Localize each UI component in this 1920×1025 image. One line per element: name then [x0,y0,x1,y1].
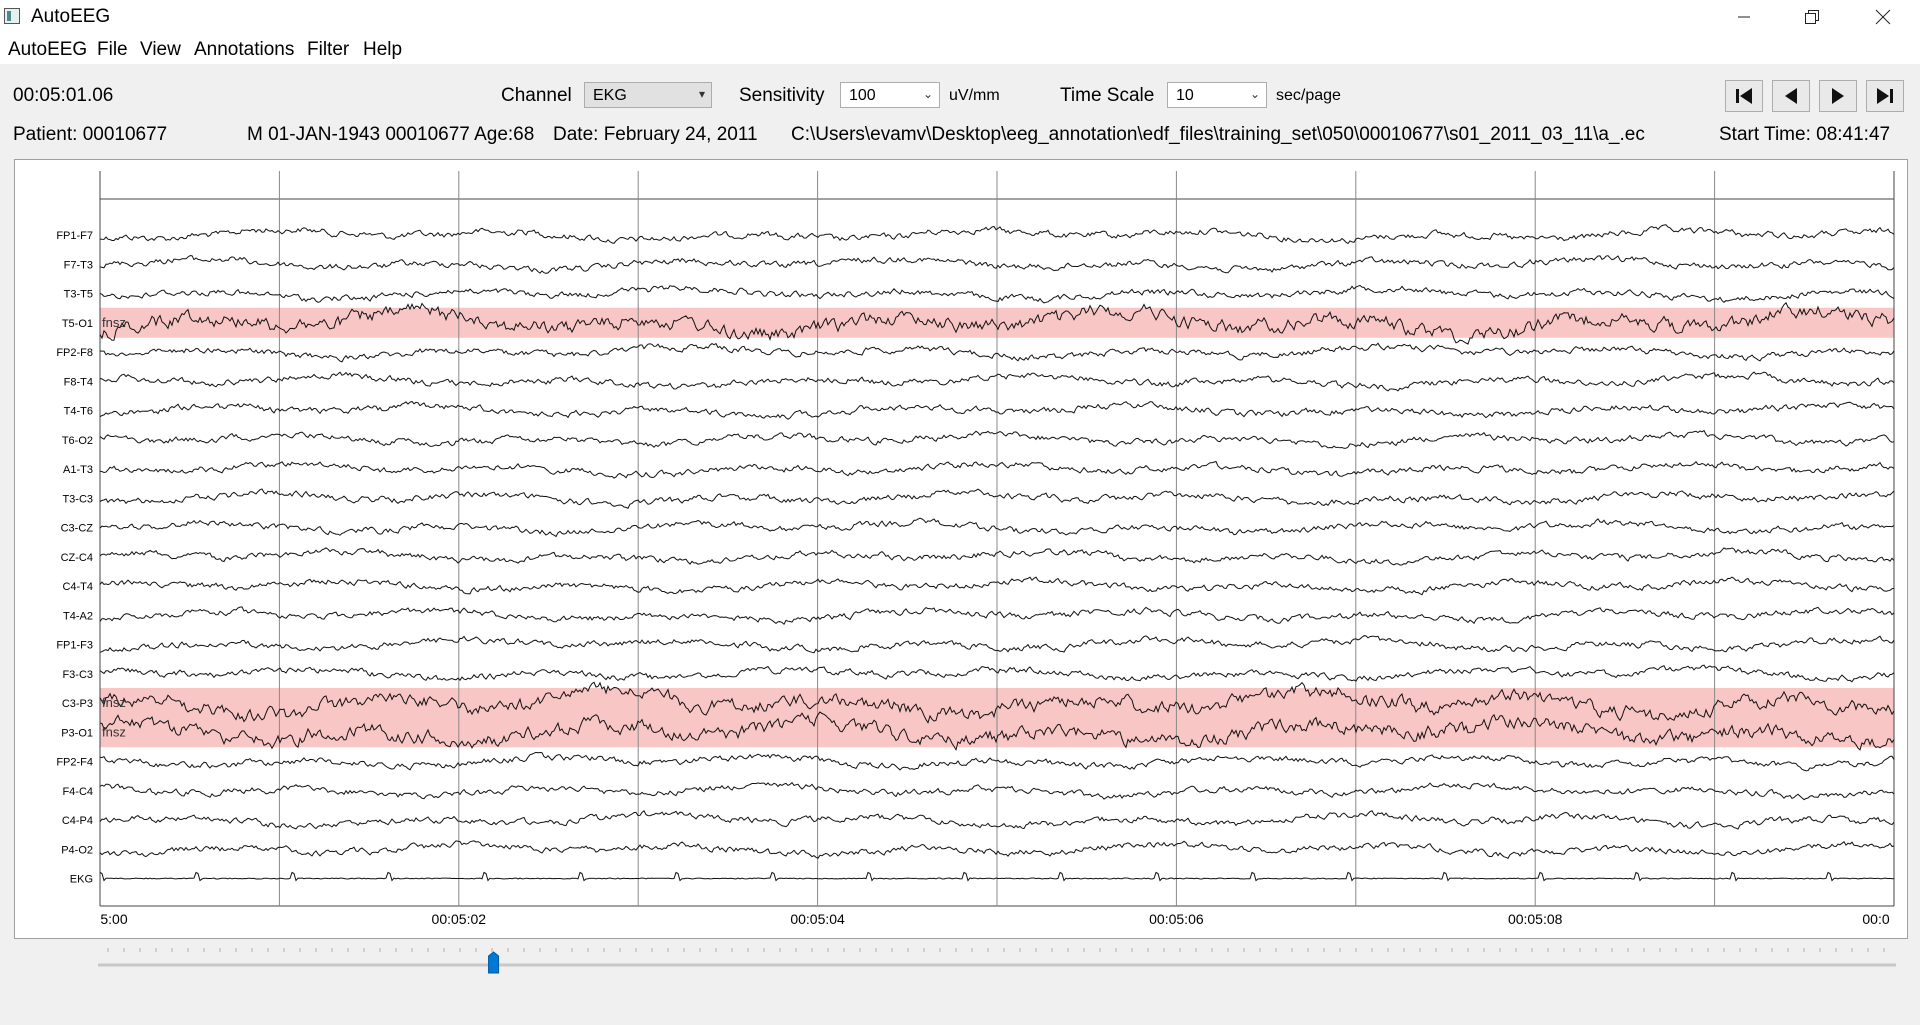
menu-file[interactable]: File [97,39,128,61]
channel-label: C3-P3 [62,698,93,710]
chevron-down-icon: ⌄ [922,87,933,101]
channel-label: CZ-C4 [61,552,93,564]
sensitivity-label: Sensitivity [739,85,825,106]
toolbar: 00:05:01.06 Channel EKG ▾ Sensitivity 10… [0,64,1920,162]
title-bar: AutoEEG [0,0,1920,34]
channel-label: Channel [501,85,572,106]
channel-label: F8-T4 [64,376,93,388]
menu-help[interactable]: Help [363,39,402,61]
chevron-down-icon: ▾ [698,87,705,101]
menu-autoeeg[interactable]: AutoEEG [8,39,87,61]
sensitivity-select-value: 100 [849,87,876,104]
skip-to-start-button[interactable] [1725,80,1763,112]
step-forward-button[interactable] [1819,80,1857,112]
time-tick-label: 00:05:04 [790,911,845,927]
channel-label: T3-T5 [64,289,93,301]
channel-label: F4-C4 [62,786,93,798]
skip-to-start-icon [1736,88,1752,104]
step-forward-icon [1832,88,1844,104]
current-time: 00:05:01.06 [13,85,114,106]
time-tick-label: 00:05:02 [432,911,487,927]
patient-id: Patient: 00010677 [13,124,168,145]
time-slider-area [0,940,1920,1020]
menu-view[interactable]: View [140,39,181,61]
channel-label: FP2-F4 [56,757,93,769]
minimize-icon[interactable] [1721,0,1767,34]
timescale-unit: sec/page [1276,87,1341,104]
timescale-label: Time Scale [1060,85,1155,106]
channel-label: EKG [70,874,93,886]
annotation-label: fnsz [102,724,126,739]
channel-select-value: EKG [593,87,627,104]
time-tick-label: 00:05:08 [1508,911,1563,927]
time-tick-label: 00:05:06 [1149,911,1204,927]
sensitivity-select[interactable]: 100 ⌄ [840,82,940,108]
annotation-label: fnsz [102,315,126,330]
window-title: AutoEEG [31,6,111,27]
restore-icon[interactable] [1789,0,1835,34]
step-back-icon [1785,88,1797,104]
skip-to-end-button[interactable] [1866,80,1904,112]
file-path: C:\Users\evamv\Desktop\eeg_annotation\ed… [791,124,1645,145]
channel-label: T6-O2 [62,435,93,447]
channel-select[interactable]: EKG ▾ [584,82,712,108]
eeg-plot[interactable]: FP1-F7 F7-T3 T3-T5 T5-O1 FP2-F8 F8-T4 T4-T6 T6-… [15,160,1907,938]
channel-label: FP1-F7 [56,230,93,242]
sensitivity-unit: uV/mm [949,87,1000,104]
annotation-label: fnsz [102,695,126,710]
time-slider[interactable] [0,940,1920,1020]
channel-label: F7-T3 [64,259,93,271]
time-tick-label: 00:0 [1862,911,1889,927]
channel-label: F3-C3 [62,669,93,681]
channel-label: FP2-F8 [56,347,93,359]
timescale-select[interactable]: 10 ⌄ [1167,82,1267,108]
close-icon[interactable] [1860,0,1906,34]
channel-label: T3-C3 [62,493,93,505]
slider-handle[interactable] [488,951,500,974]
menu-filter[interactable]: Filter [307,39,349,61]
chevron-down-icon: ⌄ [1249,87,1260,101]
channel-label: C3-CZ [61,523,94,535]
start-time: Start Time: 08:41:47 [1719,124,1891,145]
channel-label: P4-O2 [61,844,93,856]
channel-label: T5-O1 [62,318,93,330]
timescale-select-value: 10 [1176,87,1194,104]
channel-label: P3-O1 [61,727,93,739]
channel-label: C4-T4 [62,581,93,593]
channel-label: FP1-F3 [56,640,93,652]
menu-annotations[interactable]: Annotations [194,39,294,61]
app-icon [4,8,20,24]
patient-info: M 01-JAN-1943 00010677 Age:68 [247,124,535,145]
menu-bar: AutoEEG File View Annotations Filter Hel… [0,34,1920,64]
skip-to-end-icon [1877,88,1893,104]
channel-label: T4-A2 [63,610,93,622]
channel-label: A1-T3 [63,464,93,476]
step-back-button[interactable] [1772,80,1810,112]
channel-label: T4-T6 [64,406,93,418]
recording-date: Date: February 24, 2011 [553,124,758,145]
channel-label: C4-P4 [62,815,93,827]
eeg-plot-area[interactable]: FP1-F7 F7-T3 T3-T5 T5-O1 FP2-F8 F8-T4 T4-T6 T6-… [14,159,1908,939]
time-tick-label: 5:00 [100,911,127,927]
